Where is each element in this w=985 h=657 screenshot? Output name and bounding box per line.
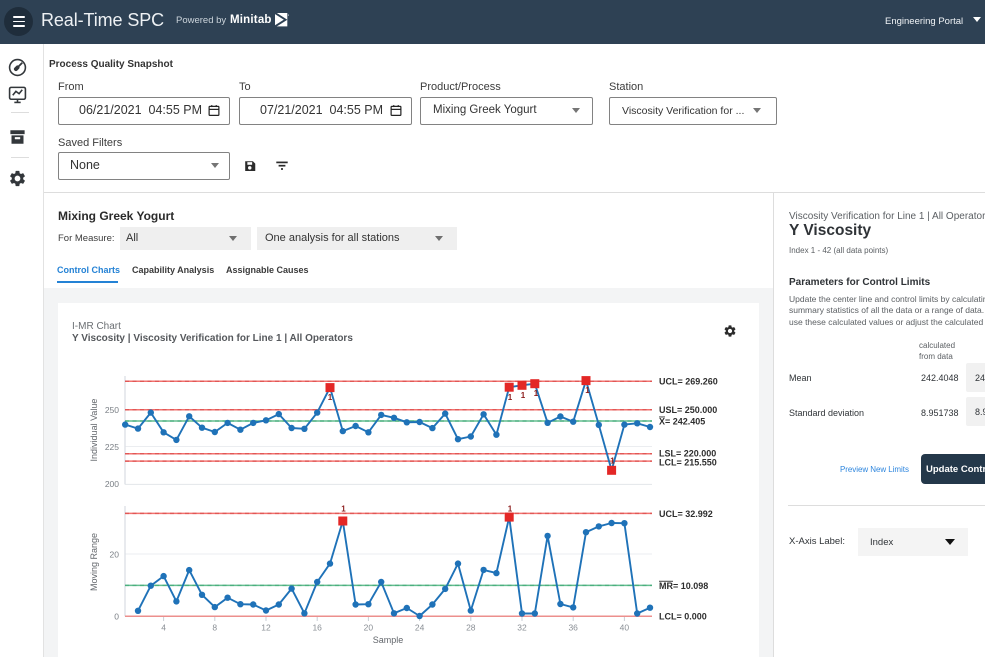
svg-text:4: 4 — [161, 623, 166, 633]
svg-text:1: 1 — [585, 386, 590, 395]
svg-text:200: 200 — [105, 479, 119, 489]
svg-text:Individual Value: Individual Value — [89, 399, 99, 462]
svg-text:1: 1 — [610, 457, 615, 466]
svg-text:LCL= 0.000: LCL= 0.000 — [659, 612, 707, 622]
svg-text:225: 225 — [105, 442, 119, 452]
svg-text:1: 1 — [508, 505, 513, 514]
svg-text:24: 24 — [415, 623, 425, 633]
svg-text:1: 1 — [521, 391, 526, 400]
svg-text:X= 242.405: X= 242.405 — [659, 417, 705, 427]
svg-text:1: 1 — [508, 393, 513, 402]
svg-text:8: 8 — [212, 623, 217, 633]
svg-text:LCL= 215.550: LCL= 215.550 — [659, 458, 717, 468]
svg-text:16: 16 — [312, 623, 322, 633]
svg-text:250: 250 — [105, 405, 119, 415]
svg-text:12: 12 — [261, 623, 271, 633]
svg-text:Sample: Sample — [373, 635, 404, 645]
svg-text:USL= 250.000: USL= 250.000 — [659, 405, 717, 415]
svg-text:28: 28 — [466, 623, 476, 633]
svg-text:UCL= 269.260: UCL= 269.260 — [659, 377, 718, 387]
svg-text:20: 20 — [364, 623, 374, 633]
svg-text:40: 40 — [620, 623, 630, 633]
svg-text:36: 36 — [568, 623, 578, 633]
svg-text:0: 0 — [114, 612, 119, 622]
svg-text:MR= 10.098: MR= 10.098 — [659, 581, 708, 591]
svg-text:Moving Range: Moving Range — [89, 533, 99, 591]
svg-text:32: 32 — [517, 623, 527, 633]
svg-text:1: 1 — [328, 393, 333, 402]
svg-text:1: 1 — [534, 389, 539, 398]
svg-text:UCL= 32.992: UCL= 32.992 — [659, 509, 713, 519]
svg-text:1: 1 — [341, 505, 346, 514]
svg-text:20: 20 — [110, 550, 120, 560]
